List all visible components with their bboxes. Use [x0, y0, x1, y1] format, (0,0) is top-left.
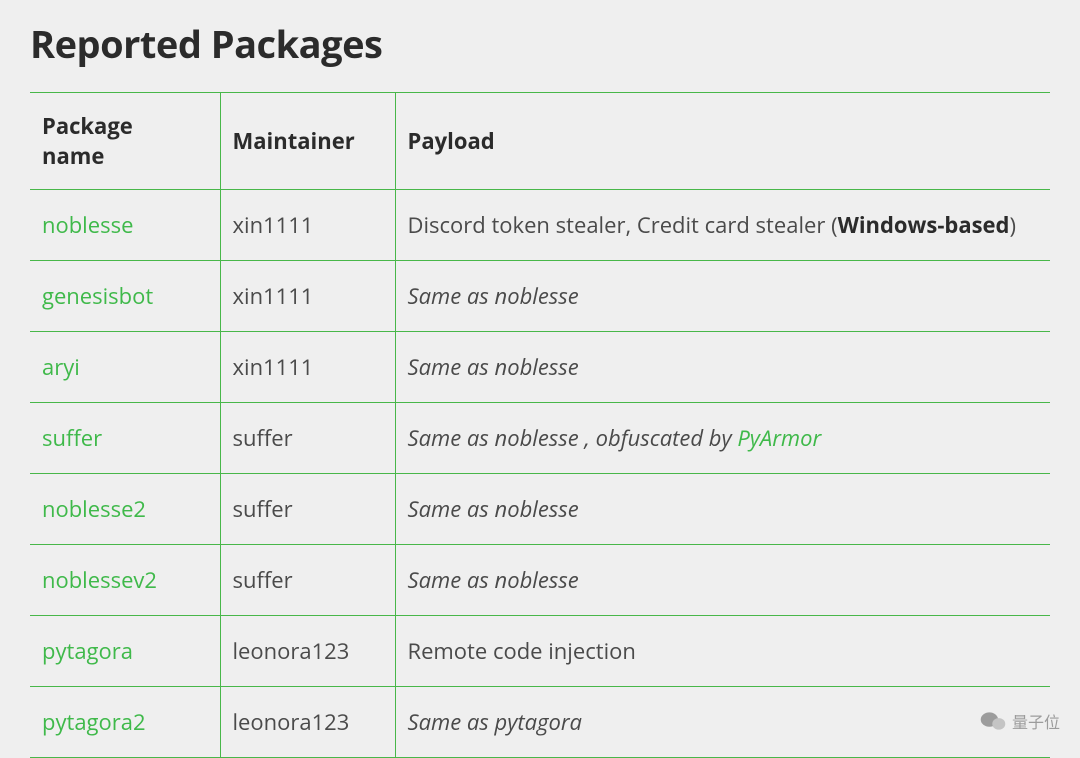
maintainer-cell: suffer: [220, 545, 395, 616]
maintainer-cell: xin1111: [220, 261, 395, 332]
package-link[interactable]: noblesse2: [42, 494, 146, 524]
page-title: Reported Packages: [30, 18, 1050, 70]
payload-cell: Same as noblesse: [395, 261, 1050, 332]
page-root: Reported Packages Package name Maintaine…: [0, 0, 1080, 747]
package-link[interactable]: pytagora: [42, 636, 133, 666]
maintainer-cell: leonora123: [220, 616, 395, 687]
payload-cell: Remote code injection: [395, 616, 1050, 687]
package-link[interactable]: noblessev2: [42, 565, 157, 595]
payload-cell: Discord token stealer, Credit card steal…: [395, 190, 1050, 261]
payload-same: Same as pytagora: [408, 707, 582, 737]
maintainer-cell: suffer: [220, 474, 395, 545]
package-link[interactable]: pytagora2: [42, 707, 146, 737]
table-row: genesisbot xin1111 Same as noblesse: [30, 261, 1050, 332]
table-row: suffer suffer Same as noblesse , obfusca…: [30, 403, 1050, 474]
table-row: noblesse2 suffer Same as noblesse: [30, 474, 1050, 545]
header-payload: Payload: [395, 93, 1050, 190]
table-row: noblessev2 suffer Same as noblesse: [30, 545, 1050, 616]
table-row: aryi xin1111 Same as noblesse: [30, 332, 1050, 403]
payload-cell: Same as noblesse: [395, 545, 1050, 616]
payload-cell: Same as noblesse , obfuscated by PyArmor: [395, 403, 1050, 474]
package-link[interactable]: aryi: [42, 352, 80, 382]
package-link[interactable]: suffer: [42, 423, 102, 453]
payload-link[interactable]: PyArmor: [737, 423, 821, 453]
watermark-text: 量子位: [1012, 709, 1060, 733]
payload-bold: Windows-based: [838, 210, 1010, 240]
package-link[interactable]: noblesse: [42, 210, 133, 240]
payload-same: Same as noblesse: [408, 281, 579, 311]
watermark: 量子位: [980, 709, 1060, 733]
header-name: Package name: [30, 93, 220, 190]
packages-table: Package name Maintainer Payload noblesse…: [30, 92, 1050, 758]
payload-cell: Same as noblesse: [395, 332, 1050, 403]
wechat-icon: [980, 710, 1006, 732]
header-maintainer: Maintainer: [220, 93, 395, 190]
payload-cell: Same as noblesse: [395, 474, 1050, 545]
payload-same: Same as noblesse: [408, 494, 579, 524]
package-link[interactable]: genesisbot: [42, 281, 153, 311]
payload-same-pre: Same as noblesse , obfuscated by: [408, 423, 738, 453]
maintainer-cell: xin1111: [220, 332, 395, 403]
table-row: noblesse xin1111 Discord token stealer, …: [30, 190, 1050, 261]
payload-link-text: PyArmor: [737, 423, 821, 453]
maintainer-cell: xin1111: [220, 190, 395, 261]
header-row: Package name Maintainer Payload: [30, 93, 1050, 190]
payload-text-pre: Discord token stealer, Credit card steal…: [408, 210, 838, 240]
maintainer-cell: suffer: [220, 403, 395, 474]
payload-text-post: ): [1009, 210, 1016, 240]
payload-same: Same as noblesse: [408, 352, 579, 382]
table-row: pytagora leonora123 Remote code injectio…: [30, 616, 1050, 687]
payload-same: Same as noblesse: [408, 565, 579, 595]
